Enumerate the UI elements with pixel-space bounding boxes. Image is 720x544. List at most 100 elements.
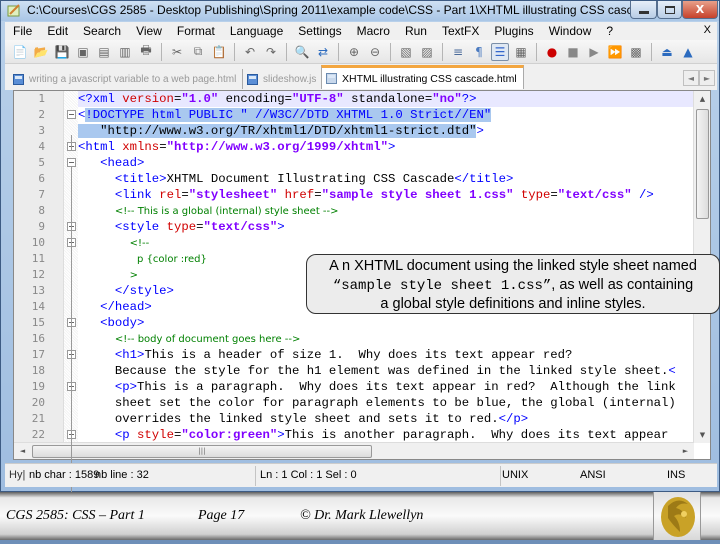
menu-format[interactable]: Format [169, 22, 222, 40]
word-wrap-button[interactable]: ≡ [449, 43, 467, 61]
close-all-button[interactable]: ▥ [116, 43, 134, 61]
find-button[interactable]: 🔍 [293, 43, 311, 61]
cut-button[interactable]: ✂ [168, 43, 186, 61]
menu-settings[interactable]: Settings [290, 22, 348, 40]
save-macro-button[interactable]: ▩ [627, 43, 645, 61]
close-button[interactable]: ▤ [95, 43, 113, 61]
status-char-count: nb char : 1589 [29, 469, 100, 481]
close-document-button[interactable]: X [704, 24, 711, 36]
tab-javascript-variable[interactable]: writing a javascript variable to a web p… [9, 69, 244, 89]
trim-button[interactable]: ⏏ [658, 43, 676, 61]
code-line[interactable]: <p style="color:green">This is another p… [78, 427, 694, 443]
menu-window[interactable]: Window [541, 22, 599, 40]
menu-search[interactable]: Search [75, 22, 128, 40]
user-lang-button[interactable]: ▦ [512, 43, 530, 61]
code-line[interactable]: <style type="text/css"> [78, 219, 694, 235]
tab-slideshow-js[interactable]: slideshow.js [243, 69, 324, 89]
footer-page-number: Page 17 [198, 508, 245, 523]
code-line[interactable]: "http://www.w3.org/TR/xhtml1/DTD/xhtml1-… [78, 123, 694, 139]
menu-file[interactable]: File [5, 22, 39, 40]
undo-button[interactable]: ↶ [241, 43, 259, 61]
indent-guide-button[interactable]: ☰ [491, 42, 509, 61]
minimize-button[interactable] [630, 1, 657, 19]
code-token: > [129, 270, 139, 281]
sync-vertical-button[interactable]: ▧ [397, 43, 415, 61]
code-line[interactable]: <title>XHTML Document Illustrating CSS C… [78, 171, 694, 187]
close-button[interactable]: X [682, 1, 718, 19]
new-file-button[interactable]: 📄 [11, 43, 29, 61]
code-line[interactable]: <p>This is a paragraph. Why does its tex… [78, 379, 694, 395]
code-line[interactable]: <!-- This is a global (internal) style s… [78, 203, 694, 219]
print-button[interactable]: 🖶 [137, 43, 155, 61]
code-token: "http://www.w3.org/1999/xhtml" [166, 140, 388, 154]
save-button[interactable]: 💾 [53, 43, 71, 61]
status-line-count: nb line : 32 [95, 469, 149, 481]
run-macro-multiple-button[interactable]: ⏩ [606, 43, 624, 61]
code-line[interactable]: <h1>This is a header of size 1. Why does… [78, 347, 694, 363]
menu-view[interactable]: View [128, 22, 169, 40]
menu-edit[interactable]: Edit [39, 22, 75, 40]
menu-macro[interactable]: Macro [349, 22, 397, 40]
tab-scroll-left-button[interactable]: ◄ [683, 70, 699, 86]
stop-macro-button[interactable]: ■ [564, 43, 582, 61]
scroll-up-icon[interactable]: ▲ [694, 91, 711, 107]
toolbar: 📄 📂 💾 ▣ ▤ ▥ 🖶 ✂ ⧉ 📋 ↶ ↷ 🔍 ⇄ ⊕ ⊖ ▧ ▨ ≡ ¶ ☰ ▦ ● ■ ▶ ⏩ ▩ ⏏ ▲ [5, 40, 717, 64]
line-number: 16 [31, 332, 45, 345]
code-line[interactable]: <html xmlns="http://www.w3.org/1999/xhtm… [78, 139, 694, 155]
code-line[interactable]: <link rel="stylesheet" href="sample styl… [78, 187, 694, 203]
code-line[interactable]: <?xml version="1.0" encoding="UTF-8" sta… [78, 91, 694, 107]
scroll-left-icon[interactable]: ◄ [14, 443, 31, 460]
line-number: 18 [31, 364, 45, 377]
code-token: p {color :red} [137, 254, 207, 265]
vertical-scroll-thumb[interactable] [696, 109, 709, 219]
open-file-button[interactable]: 📂 [32, 43, 50, 61]
code-line[interactable]: <!DOCTYPE html PUBLIC " //W3C//DTD XHTML… [78, 107, 694, 123]
scroll-down-icon[interactable]: ▼ [694, 427, 711, 443]
zoom-out-button[interactable]: ⊖ [366, 43, 384, 61]
title-bar[interactable]: C:\Courses\CGS 2585 - Desktop Publishing… [1, 1, 719, 21]
tab-xhtml-css-cascade[interactable]: XHTML illustrating CSS cascade.html [321, 65, 524, 89]
zoom-in-button[interactable]: ⊕ [345, 43, 363, 61]
fold-toggle-icon[interactable] [67, 158, 76, 167]
code-line[interactable]: sheet set the color for paragraph elemen… [78, 395, 694, 411]
show-all-chars-button[interactable]: ¶ [470, 43, 488, 61]
horizontal-scroll-thumb[interactable]: ||| [32, 445, 372, 458]
fold-line [71, 135, 72, 151]
code-token: version [122, 92, 174, 106]
menu-run[interactable]: Run [397, 22, 434, 40]
maximize-button[interactable] [657, 1, 682, 19]
code-token: type [166, 220, 197, 234]
code-line[interactable]: Because the style for the h1 element was… [78, 363, 694, 379]
redo-button[interactable]: ↷ [262, 43, 280, 61]
line-number: 2 [38, 108, 45, 121]
play-macro-button[interactable]: ▶ [585, 43, 603, 61]
sync-horizontal-button[interactable]: ▨ [418, 43, 436, 61]
callout-line-2: “sample style sheet 1.css”, as well as c… [307, 276, 719, 296]
code-line[interactable]: <!-- [78, 235, 694, 251]
replace-button[interactable]: ⇄ [314, 43, 332, 61]
menu-textfx[interactable]: TextFX [434, 22, 486, 40]
toolbar-separator [338, 42, 339, 61]
code-line[interactable]: <body> [78, 315, 694, 331]
code-line[interactable]: <head> [78, 155, 694, 171]
save-all-button[interactable]: ▣ [74, 43, 92, 61]
code-line[interactable]: <!-- body of document goes here --> [78, 331, 694, 347]
menu-help[interactable]: ? [598, 22, 620, 40]
status-eol-format: UNIX [502, 469, 529, 481]
record-macro-button[interactable]: ● [543, 43, 561, 61]
toolbar-separator [161, 42, 162, 61]
menu-plugins[interactable]: Plugins [486, 22, 540, 40]
code-token: "UTF-8" [292, 92, 344, 106]
code-token: <title> [114, 172, 167, 186]
up-button[interactable]: ▲ [679, 43, 697, 61]
scroll-right-icon[interactable]: ► [677, 443, 694, 460]
fold-toggle-icon[interactable] [67, 110, 76, 119]
copy-button[interactable]: ⧉ [189, 43, 207, 61]
code-token: > [277, 220, 285, 234]
menu-language[interactable]: Language [222, 22, 290, 40]
tab-scroll-right-button[interactable]: ► [699, 70, 715, 86]
paste-button[interactable]: 📋 [210, 43, 228, 61]
horizontal-scrollbar[interactable]: ◄ ||| ► [14, 442, 694, 459]
code-line[interactable]: overrides the linked style sheet and set… [78, 411, 694, 427]
new-file-icon: 📄 [12, 44, 28, 59]
